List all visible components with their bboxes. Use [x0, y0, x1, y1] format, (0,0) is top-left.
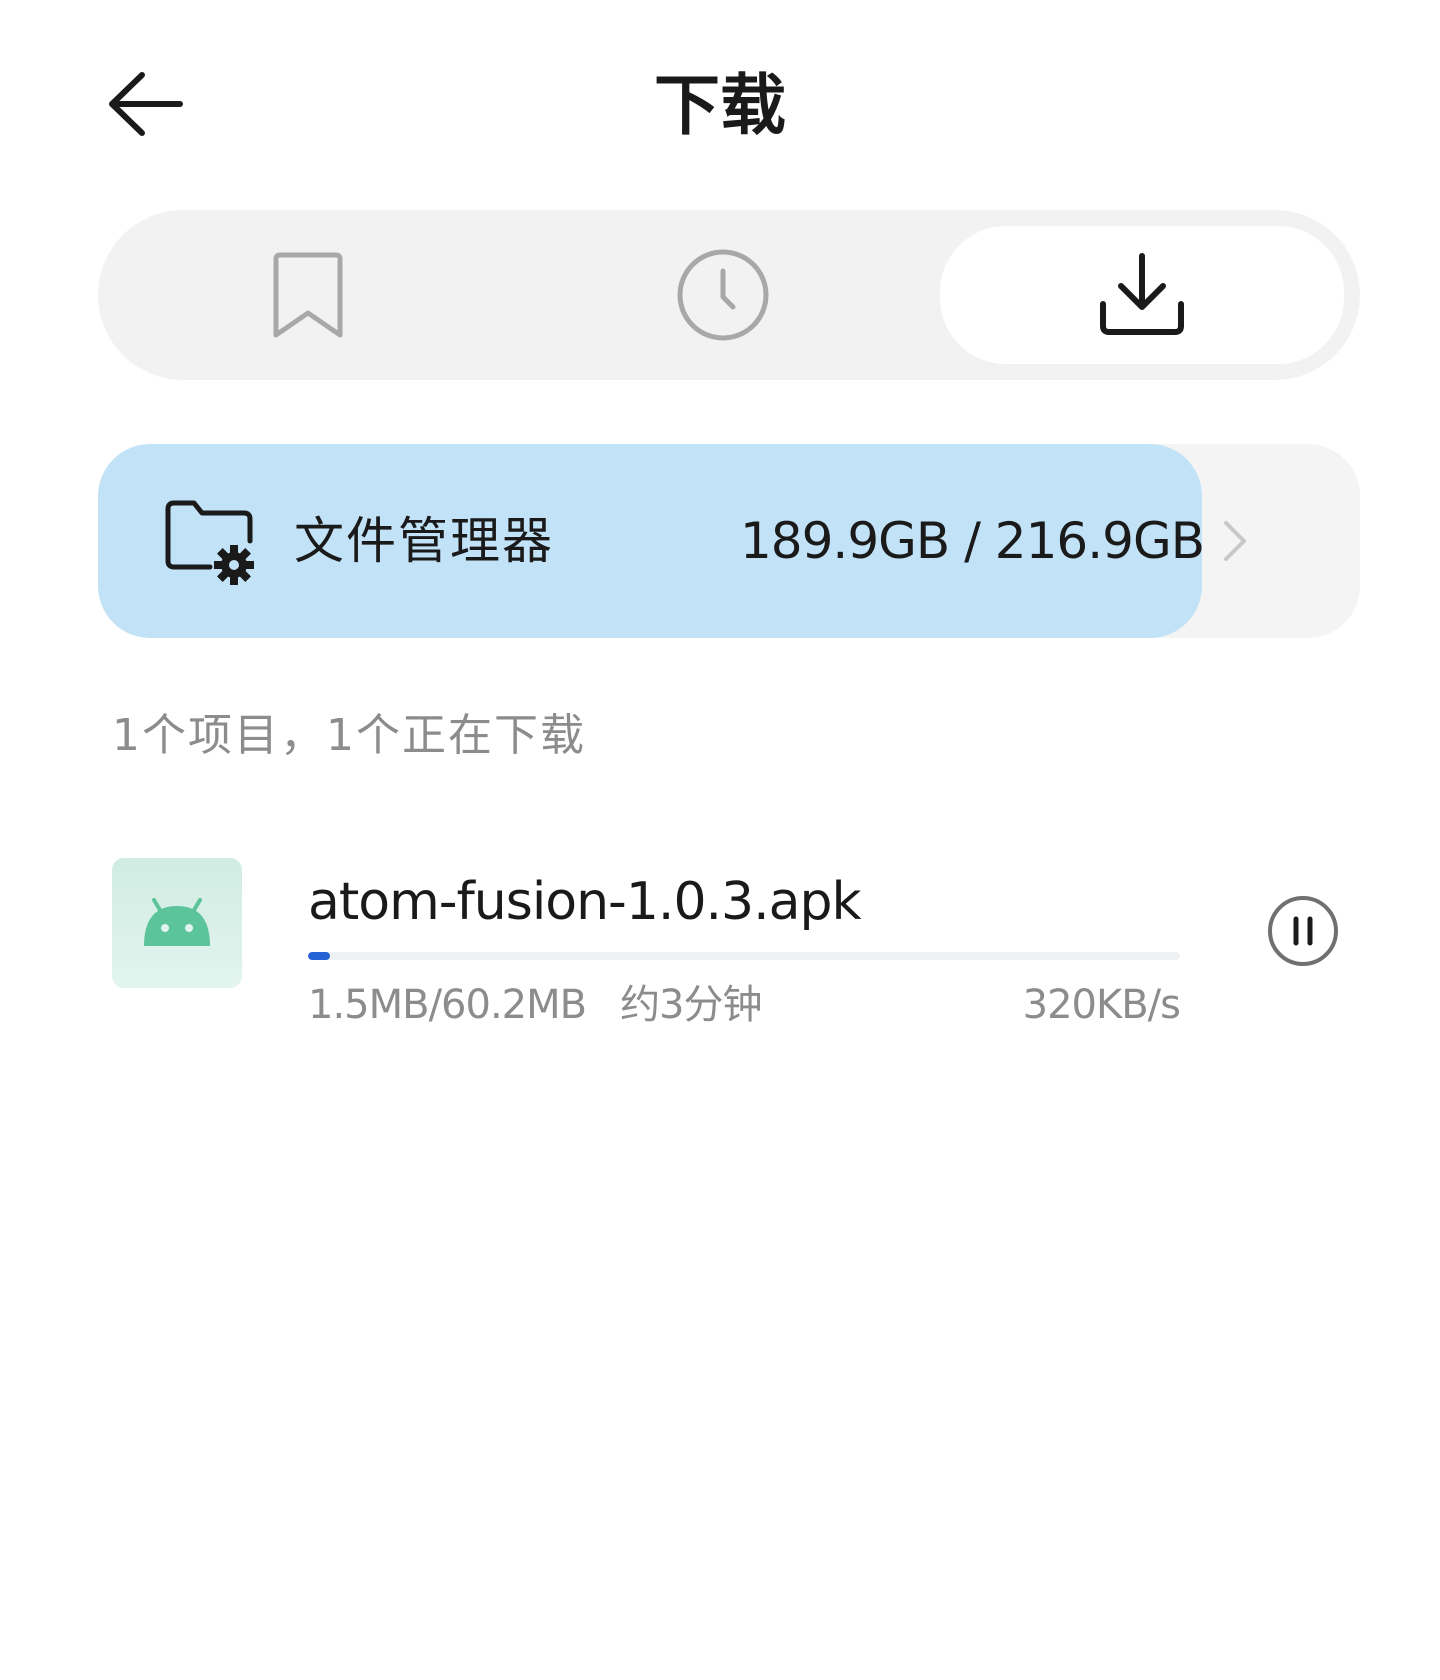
download-progress-info: 1.5MB/60.2MB 约3分钟 [308, 980, 763, 1030]
tab-history[interactable] [518, 226, 928, 364]
file-name: atom-fusion-1.0.3.apk [308, 872, 862, 932]
header: 下载 [0, 0, 1440, 210]
file-manager-label: 文件管理器 [294, 512, 554, 570]
clock-icon [677, 249, 769, 341]
tab-downloads[interactable] [940, 226, 1344, 364]
download-progress-bar [308, 952, 1180, 960]
file-manager-card[interactable]: 文件管理器 189.9GB / 216.9GB [98, 444, 1360, 638]
tab-bookmarks[interactable] [98, 226, 518, 364]
download-item[interactable]: atom-fusion-1.0.3.apk 1.5MB/60.2MB 约3分钟 3… [112, 850, 1352, 1050]
file-type-icon [112, 858, 242, 988]
chevron-right-icon [1224, 521, 1246, 561]
download-speed: 320KB/s [1022, 982, 1181, 1028]
pause-button[interactable] [1266, 894, 1340, 968]
download-icon [1100, 253, 1184, 335]
folder-settings-icon [165, 500, 254, 585]
android-icon [144, 898, 210, 946]
downloads-page: 下载 文件管理器 189.9GB / 216.9GB 1个项目，1个正在下载 a… [0, 0, 1440, 1680]
tab-switcher [98, 210, 1360, 380]
bookmark-icon [273, 252, 343, 338]
storage-usage-text: 189.9GB / 216.9GB [739, 512, 1205, 570]
download-progress-fill [308, 952, 330, 960]
page-title: 下载 [654, 67, 786, 144]
download-summary: 1个项目，1个正在下载 [112, 710, 586, 761]
download-size-progress: 1.5MB/60.2MB [308, 982, 587, 1028]
pause-icon [1268, 896, 1338, 966]
download-eta: 约3分钟 [620, 982, 762, 1028]
